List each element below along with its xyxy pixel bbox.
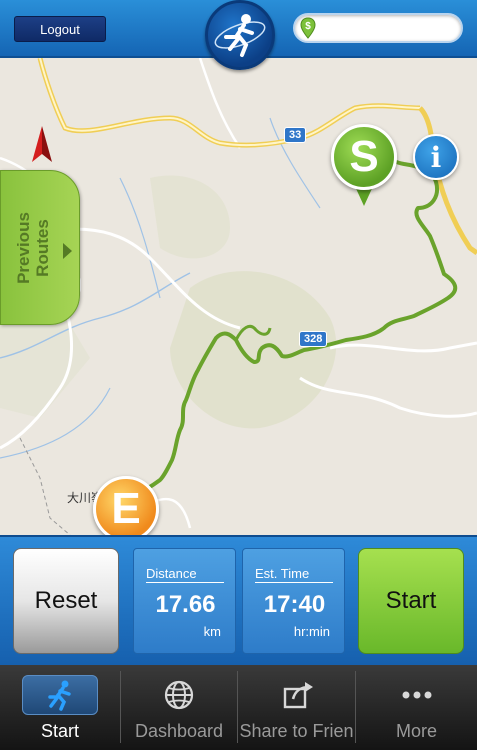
end-marker-label: E bbox=[93, 476, 159, 535]
tab-label: Dashboard bbox=[134, 721, 224, 741]
start-button[interactable]: Start bbox=[358, 548, 464, 654]
stats-bar: Reset Distance 17.66 km Est. Time 17:40 … bbox=[0, 535, 477, 665]
start-marker-label: S bbox=[331, 124, 397, 190]
bottom-tab-bar: Start Dashboard Share to Frien More bbox=[0, 665, 477, 750]
runner-globe-logo bbox=[205, 0, 275, 70]
runner-icon bbox=[48, 680, 71, 711]
svg-text:$: $ bbox=[305, 21, 311, 32]
start-marker[interactable]: S bbox=[331, 124, 397, 208]
time-unit: hr:min bbox=[293, 624, 330, 639]
road-label-33: 33 bbox=[284, 127, 307, 143]
road-label-328: 328 bbox=[299, 331, 328, 347]
tab-more[interactable]: More bbox=[356, 665, 477, 750]
search-input[interactable]: $ bbox=[293, 13, 463, 43]
tab-label: More bbox=[395, 721, 437, 741]
distance-panel: Distance 17.66 km bbox=[133, 548, 236, 654]
time-title: Est. Time bbox=[255, 566, 310, 581]
previous-routes-label: Previous Routes bbox=[14, 212, 52, 284]
tab-share[interactable]: Share to Frien bbox=[238, 665, 355, 750]
globe-icon bbox=[164, 680, 194, 710]
time-panel: Est. Time 17:40 hr:min bbox=[242, 548, 345, 654]
chevron-right-icon bbox=[63, 243, 72, 259]
distance-unit: km bbox=[203, 624, 221, 639]
time-value: 17:40 bbox=[263, 591, 326, 618]
dollar-pin-icon: $ bbox=[300, 17, 316, 39]
route-map[interactable]: 33 211 328 大川嶺 Previous Routes i S E bbox=[0, 58, 477, 535]
end-marker[interactable]: E bbox=[93, 476, 159, 535]
info-button[interactable]: i bbox=[413, 134, 459, 180]
share-icon bbox=[283, 682, 313, 709]
distance-title: Distance bbox=[146, 566, 197, 581]
divider bbox=[146, 582, 224, 583]
info-icon: i bbox=[430, 140, 442, 174]
tab-start[interactable]: Start bbox=[0, 665, 120, 750]
north-arrow-icon bbox=[32, 126, 52, 162]
tab-label: Start bbox=[40, 721, 79, 741]
tab-label: Share to Frien bbox=[239, 721, 354, 741]
divider bbox=[255, 582, 333, 583]
tab-dashboard[interactable]: Dashboard bbox=[121, 665, 237, 750]
logout-button[interactable]: Logout bbox=[14, 16, 106, 42]
previous-routes-tab[interactable]: Previous Routes bbox=[0, 170, 80, 325]
reset-button[interactable]: Reset bbox=[13, 548, 119, 654]
more-dots-icon bbox=[402, 691, 431, 699]
distance-value: 17.66 bbox=[155, 591, 216, 618]
